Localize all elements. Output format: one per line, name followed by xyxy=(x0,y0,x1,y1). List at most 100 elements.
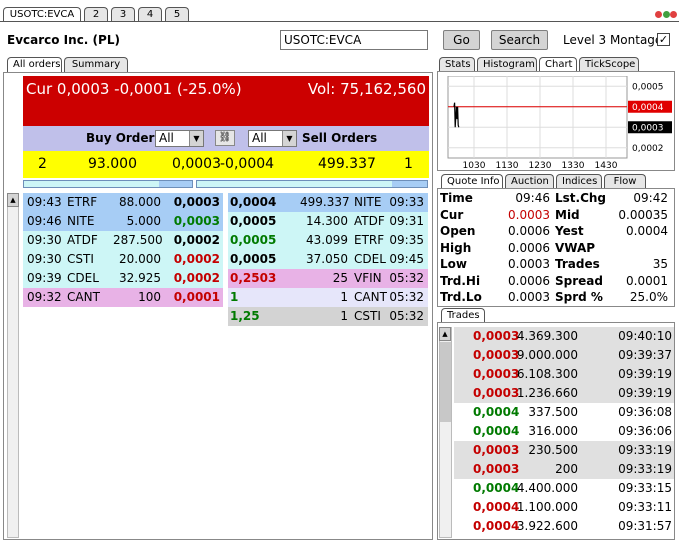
ask-time: 05:32 xyxy=(389,290,424,304)
bid-row[interactable]: 09:30 CSTI 20.000 0,0002 xyxy=(23,250,223,269)
bid-row[interactable]: 09:32 CANT 100 0,0001 xyxy=(23,288,223,307)
link-icon[interactable]: ⛓ xyxy=(215,130,235,146)
trade-time: 09:33:11 xyxy=(618,500,672,514)
chevron-down-icon[interactable]: ▼ xyxy=(282,131,296,146)
x-tick-label: 1330 xyxy=(562,161,585,169)
tab-quote-info[interactable]: Quote Info xyxy=(441,174,503,189)
close-dot-icon[interactable] xyxy=(655,11,662,18)
ask-price: 0,0005 xyxy=(230,233,277,247)
ask-mm: ATDF xyxy=(354,214,385,228)
tab-flow[interactable]: Flow xyxy=(604,174,646,189)
tab-summary[interactable]: Summary xyxy=(64,57,128,72)
bid-mm: CANT xyxy=(67,290,100,304)
bid-row[interactable]: 09:46 NITE 5.000 0,0003 xyxy=(23,212,223,231)
bid-row[interactable]: 09:39 CDEL 32.925 0,0002 xyxy=(23,269,223,288)
ask-price: 0,0004 xyxy=(230,195,277,209)
trade-row[interactable]: 0,0003 230.500 09:33:19 xyxy=(454,441,674,460)
ask-row[interactable]: 0,0005 43.099 ETRF 09:35 xyxy=(228,231,428,250)
trade-price: 0,0003 xyxy=(473,443,520,457)
tab-histogram[interactable]: Histogram xyxy=(477,57,537,72)
trade-row[interactable]: 0,0003 6.108.300 09:39:19 xyxy=(454,365,674,384)
tab-indices[interactable]: Indices xyxy=(556,174,602,189)
scroll-up-icon[interactable]: ▲ xyxy=(439,327,451,341)
trade-row[interactable]: 0,0003 9.000.000 09:39:37 xyxy=(454,346,674,365)
tab-3[interactable]: 3 xyxy=(111,7,135,22)
trade-price: 0,0003 xyxy=(473,329,520,343)
ask-time: 09:35 xyxy=(389,233,424,247)
tab-stats[interactable]: Stats xyxy=(439,57,475,72)
trade-price: 0,0003 xyxy=(473,348,520,362)
quote-info-row: Low 0.0003 Trades 35 xyxy=(438,256,674,272)
quote-label: Trd.Hi xyxy=(440,273,481,288)
quote-info-row: Cur 0.0003 Mid 0.00035 xyxy=(438,207,674,223)
trade-row[interactable]: 0,0004 316.000 09:36:06 xyxy=(454,422,674,441)
trades-scrollbar[interactable] xyxy=(439,327,452,538)
ask-size: 499.337 xyxy=(300,195,350,209)
quote-value: 0.0003 xyxy=(508,207,550,222)
trade-price: 0,0004 xyxy=(473,500,520,514)
quote-label: Sprd % xyxy=(555,290,603,304)
trade-row[interactable]: 0,0004 3.922.600 09:31:57 xyxy=(454,517,674,536)
maximize-dot-icon[interactable] xyxy=(663,11,670,18)
tab-auction[interactable]: Auction xyxy=(505,174,554,189)
company-name: Evcarco Inc. (PL) xyxy=(7,33,120,47)
ask-count: 1 xyxy=(404,156,413,172)
sell-orders-label: Sell Orders xyxy=(302,131,378,145)
quote-value: 0.00035 xyxy=(618,207,668,222)
tab-4[interactable]: 4 xyxy=(138,7,162,22)
window-controls[interactable] xyxy=(655,10,677,19)
tab-tickscope[interactable]: TickScope xyxy=(579,57,639,72)
tab-symbol[interactable]: USOTC:EVCA xyxy=(3,7,81,22)
minimize-dot-icon[interactable] xyxy=(670,11,677,18)
trade-size: 337.500 xyxy=(528,405,578,419)
tab-chart[interactable]: Chart xyxy=(539,57,577,72)
ask-mm: CSTI xyxy=(354,309,381,323)
symbol-input[interactable]: USOTC:EVCA xyxy=(280,30,428,50)
quote-label: Spread xyxy=(555,273,603,288)
ask-row[interactable]: 0,0004 499.337 NITE 09:33 xyxy=(228,193,428,212)
trade-row[interactable]: 0,0004 337.500 09:36:08 xyxy=(454,403,674,422)
bid-size: 32.925 xyxy=(119,271,161,285)
ask-row[interactable]: 1 1 CANT 05:32 xyxy=(228,288,428,307)
bid-size: 88.000 xyxy=(119,195,161,209)
ask-row[interactable]: 0,0005 37.050 CDEL 09:45 xyxy=(228,250,428,269)
bid-time: 09:43 xyxy=(27,195,62,209)
search-button[interactable]: Search xyxy=(491,30,548,50)
ask-row[interactable]: 0,0005 14.300 ATDF 09:31 xyxy=(228,212,428,231)
trade-row[interactable]: 0,0003 1.236.660 09:39:19 xyxy=(454,384,674,403)
bid-size: 93.000 xyxy=(88,156,137,172)
trade-row[interactable]: 0,0003 4.369.300 09:40:10 xyxy=(454,327,674,346)
bid-size: 287.500 xyxy=(113,233,163,247)
trade-row[interactable]: 0,0004 4.400.000 09:33:15 xyxy=(454,479,674,498)
trade-size: 316.000 xyxy=(528,424,578,438)
tab-5[interactable]: 5 xyxy=(165,7,189,22)
montage-checkbox[interactable]: ✓ xyxy=(657,33,670,46)
ask-row[interactable]: 1,25 1 CSTI 05:32 xyxy=(228,307,428,326)
trade-row[interactable]: 0,0004 1.100.000 09:33:11 xyxy=(454,498,674,517)
trade-row[interactable]: 0,0003 200 09:33:19 xyxy=(454,460,674,479)
sell-filter-select[interactable]: All ▼ xyxy=(248,130,297,147)
ask-size: 25 xyxy=(332,271,348,285)
go-button[interactable]: Go xyxy=(443,30,480,50)
ask-price: 1 xyxy=(230,290,239,304)
trade-time: 09:36:06 xyxy=(618,424,672,438)
scroll-thumb[interactable] xyxy=(440,342,451,422)
bid-row[interactable]: 09:30 ATDF 287.500 0,0002 xyxy=(23,231,223,250)
ask-size: 1 xyxy=(340,290,348,304)
tab-2[interactable]: 2 xyxy=(84,7,108,22)
ask-mm: CDEL xyxy=(354,252,386,266)
buy-filter-select[interactable]: All ▼ xyxy=(155,130,204,147)
chevron-down-icon[interactable]: ▼ xyxy=(189,131,203,146)
tab-trades[interactable]: Trades xyxy=(441,308,485,323)
bid-row[interactable]: 09:43 ETRF 88.000 0,0003 xyxy=(23,193,223,212)
trade-time: 09:39:37 xyxy=(618,348,672,362)
bid-mm: CSTI xyxy=(67,252,94,266)
ask-price: 0,0005 xyxy=(230,252,277,266)
scroll-up-icon[interactable]: ▲ xyxy=(7,193,19,207)
orders-scrollbar[interactable] xyxy=(7,193,19,538)
ask-row[interactable]: 0,2503 25 VFIN 05:32 xyxy=(228,269,428,288)
y-tick-label: 0,0005 xyxy=(632,82,664,92)
trade-size: 3.922.600 xyxy=(516,519,578,533)
tab-all-orders[interactable]: All orders xyxy=(7,57,62,72)
trade-price: 0,0003 xyxy=(473,386,520,400)
